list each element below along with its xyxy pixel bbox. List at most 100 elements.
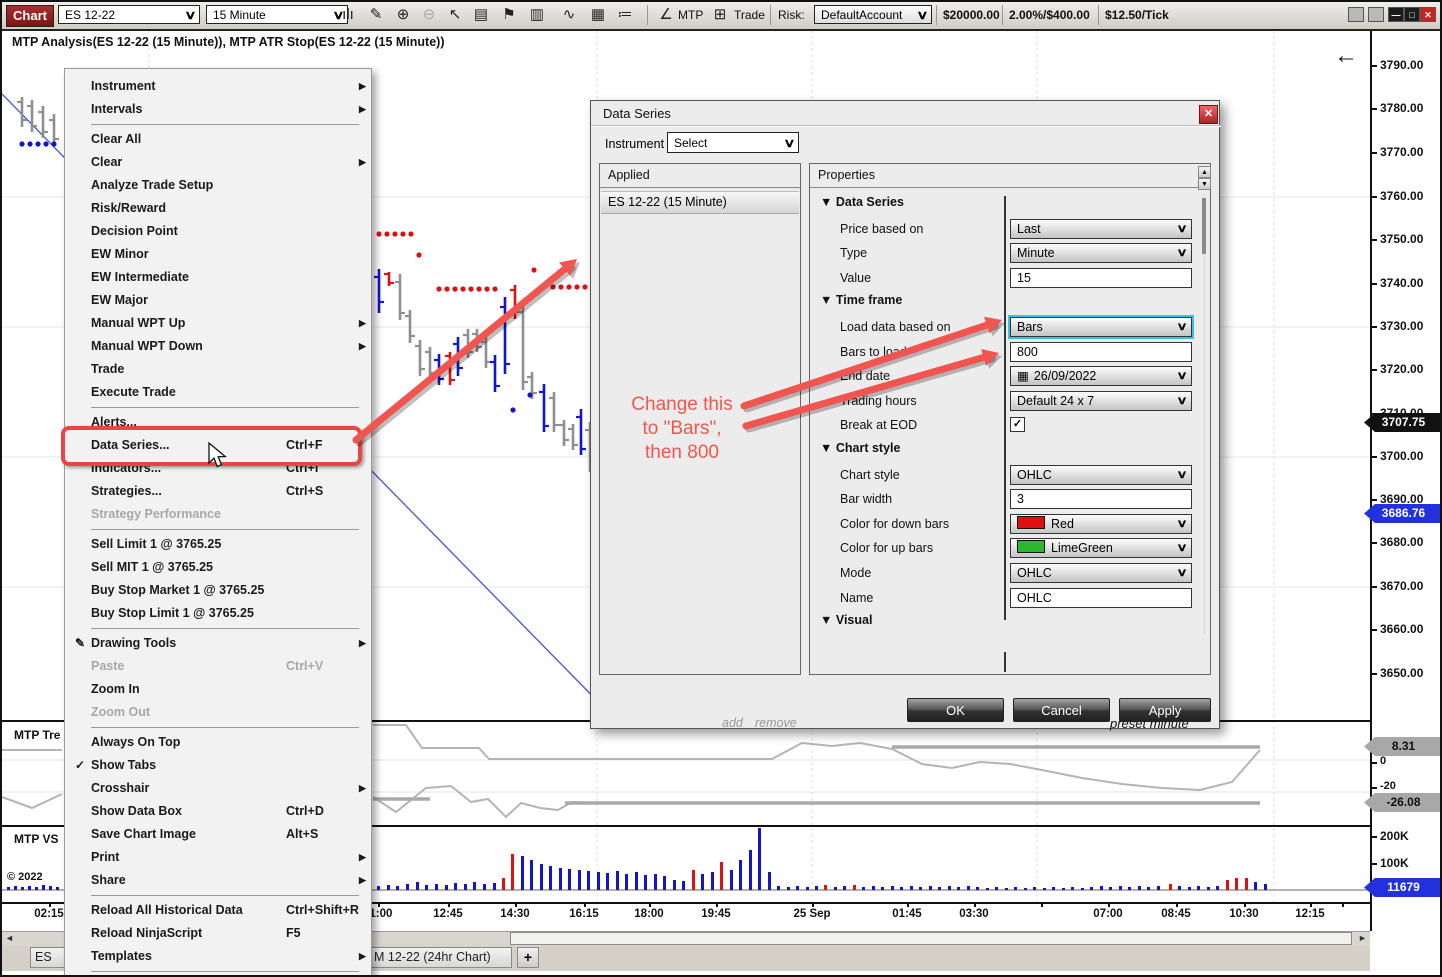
chevron-down-icon: ∨ <box>1176 539 1187 557</box>
menu-item-print[interactable]: Print▶ <box>65 846 371 869</box>
menu-item-zoom-in[interactable]: Zoom In <box>65 678 371 701</box>
list-icon[interactable]: ≔ <box>613 4 637 26</box>
close-icon[interactable]: ✕ <box>1199 105 1218 124</box>
select-chart-style[interactable]: OHLC∨ <box>1010 465 1192 485</box>
menu-item-zoom-out[interactable]: Zoom Out <box>65 701 371 724</box>
scroll-down-icon[interactable]: ▼ <box>1198 178 1211 190</box>
menu-item-trade[interactable]: Trade <box>65 358 371 381</box>
section-time-frame[interactable]: ▼ Time frame <box>820 293 902 307</box>
instrument-combo[interactable]: ES 12-22 ∨ <box>58 5 200 24</box>
close-button[interactable]: ✕ <box>1420 7 1436 22</box>
histogram-icon[interactable]: ▥ <box>525 4 549 26</box>
add-tab-button[interactable]: + <box>517 947 539 968</box>
scroll-up-icon[interactable]: ▲ <box>1198 166 1211 178</box>
menu-item-crosshair[interactable]: Crosshair▶ <box>65 777 371 800</box>
cancel-button[interactable]: Cancel <box>1013 698 1110 722</box>
submenu-arrow-icon: ▶ <box>359 869 366 892</box>
select-load-data-based-on[interactable]: Bars∨ <box>1010 317 1192 337</box>
zoom-in-icon[interactable]: ⊕ <box>391 4 415 26</box>
menu-item-intervals[interactable]: Intervals▶ <box>65 98 371 121</box>
menu-item-manual-wpt-down[interactable]: Manual WPT Down▶ <box>65 335 371 358</box>
scrollbar-right-arrow-icon[interactable]: ► <box>1358 933 1367 943</box>
cursor-icon[interactable]: ↖ <box>443 4 467 26</box>
checkbox-break-at-eod[interactable]: ✓ <box>1010 417 1025 432</box>
interval-combo[interactable]: 15 Minute ∨ <box>206 5 348 24</box>
trade-label[interactable]: Trade <box>734 8 765 22</box>
menu-item-instrument[interactable]: Instrument▶ <box>65 75 371 98</box>
menu-item-label: EW Intermediate <box>91 266 189 289</box>
scrollbar-left-arrow-icon[interactable]: ◄ <box>5 933 14 943</box>
select-trading-hours[interactable]: Default 24 x 7∨ <box>1010 391 1192 411</box>
menu-item-analyze-trade-setup[interactable]: Analyze Trade Setup <box>65 174 371 197</box>
inactive-button-1[interactable] <box>1348 7 1364 22</box>
select-color-for-up-bars[interactable]: LimeGreen∨ <box>1010 538 1192 558</box>
menu-item-reload-all-historical-data[interactable]: Reload All Historical DataCtrl+Shift+R <box>65 899 371 922</box>
select-type[interactable]: Minute∨ <box>1010 243 1192 263</box>
menu-item-reload-ninjascript[interactable]: Reload NinjaScriptF5 <box>65 922 371 945</box>
input-value[interactable]: 15 <box>1010 268 1192 288</box>
remove-link[interactable]: remove <box>755 716 797 730</box>
menu-item-share[interactable]: Share▶ <box>65 869 371 892</box>
menu-item-sell-limit-1-3765-25[interactable]: Sell Limit 1 @ 3765.25 <box>65 533 371 556</box>
draw-icon[interactable]: ✎ <box>364 4 388 26</box>
price-tick <box>1371 456 1377 458</box>
menu-item-show-data-box[interactable]: Show Data BoxCtrl+D <box>65 800 371 823</box>
menu-item-show-tabs[interactable]: ✓Show Tabs <box>65 754 371 777</box>
menu-item-templates[interactable]: Templates▶ <box>65 945 371 968</box>
input-bar-width[interactable]: 3 <box>1010 489 1192 509</box>
applied-series-item[interactable]: ES 12-22 (15 Minute) <box>601 191 799 214</box>
menu-item-execute-trade[interactable]: Execute Trade <box>65 381 371 404</box>
add-link[interactable]: add <box>722 716 743 730</box>
input-bars-to-load[interactable]: 800 <box>1010 342 1192 362</box>
mtp-chart-icon[interactable]: ∠ <box>654 4 678 26</box>
input-name[interactable]: OHLC <box>1010 588 1192 608</box>
scroll-left-arrow-icon[interactable]: ← <box>1334 42 1358 70</box>
apply-button[interactable]: Apply <box>1119 698 1211 722</box>
menu-item-ew-minor[interactable]: EW Minor <box>65 243 371 266</box>
inactive-button-2[interactable] <box>1368 7 1384 22</box>
maximize-button[interactable]: □ <box>1404 7 1420 22</box>
submenu-arrow-icon: ▶ <box>359 777 366 800</box>
menu-item-decision-point[interactable]: Decision Point <box>65 220 371 243</box>
dialog-instrument-select[interactable]: Select ∨ <box>667 132 799 153</box>
chevron-down-icon: ∨ <box>1176 244 1187 262</box>
menu-item-strategies[interactable]: Strategies...Ctrl+S <box>65 480 371 503</box>
menu-item-label: Sell MIT 1 @ 3765.25 <box>91 556 213 579</box>
menu-item-save-chart-image[interactable]: Save Chart ImageAlt+S <box>65 823 371 846</box>
menu-item-risk-reward[interactable]: Risk/Reward <box>65 197 371 220</box>
properties-scroll-thumb[interactable] <box>1202 198 1206 254</box>
section-chart-style[interactable]: ▼ Chart style <box>820 441 900 455</box>
select-end-date[interactable]: ▦26/09/2022∨ <box>1010 366 1192 386</box>
properties-scroll-track[interactable] <box>1204 194 1205 634</box>
trade-grid-icon[interactable]: ⊞ <box>708 4 732 26</box>
menu-item-manual-wpt-up[interactable]: Manual WPT Up▶ <box>65 312 371 335</box>
order-flag-icon[interactable]: ⚑ <box>497 4 521 26</box>
analyze-icon[interactable]: ▤ <box>469 4 493 26</box>
section-data-series[interactable]: ▼ Data Series <box>820 195 904 209</box>
zigzag-icon[interactable]: ∿ <box>557 4 581 26</box>
section-visual[interactable]: ▼ Visual <box>820 613 872 627</box>
select-price-based-on[interactable]: Last∨ <box>1010 219 1192 239</box>
scrollbar-thumb[interactable] <box>510 932 1352 945</box>
select-color-for-down-bars[interactable]: Red∨ <box>1010 514 1192 534</box>
price-tick <box>1371 326 1377 328</box>
select-mode[interactable]: OHLC∨ <box>1010 563 1192 583</box>
menu-item-paste[interactable]: PasteCtrl+V <box>65 655 371 678</box>
bar-spacing-icon[interactable]: ılı <box>336 4 360 26</box>
menu-item-drawing-tools[interactable]: ✎Drawing Tools▶ <box>65 632 371 655</box>
menu-item-clear-all[interactable]: Clear All <box>65 128 371 151</box>
menu-item-clear[interactable]: Clear▶ <box>65 151 371 174</box>
menu-item-sell-mit-1-3765-25[interactable]: Sell MIT 1 @ 3765.25 <box>65 556 371 579</box>
menu-item-buy-stop-market-1-3765-25[interactable]: Buy Stop Market 1 @ 3765.25 <box>65 579 371 602</box>
time-axis-label: 12:15 <box>1295 908 1324 920</box>
ok-button[interactable]: OK <box>907 698 1004 722</box>
mtp-label[interactable]: MTP <box>678 8 703 22</box>
account-combo[interactable]: DefaultAccount ∨ <box>814 5 932 24</box>
menu-item-ew-intermediate[interactable]: EW Intermediate <box>65 266 371 289</box>
minimize-button[interactable]: — <box>1388 7 1404 22</box>
menu-item-buy-stop-limit-1-3765-25[interactable]: Buy Stop Limit 1 @ 3765.25 <box>65 602 371 625</box>
script-icon[interactable]: ▦ <box>586 4 610 26</box>
menu-item-always-on-top[interactable]: Always On Top <box>65 731 371 754</box>
menu-item-ew-major[interactable]: EW Major <box>65 289 371 312</box>
menu-item-strategy-performance[interactable]: Strategy Performance <box>65 503 371 526</box>
